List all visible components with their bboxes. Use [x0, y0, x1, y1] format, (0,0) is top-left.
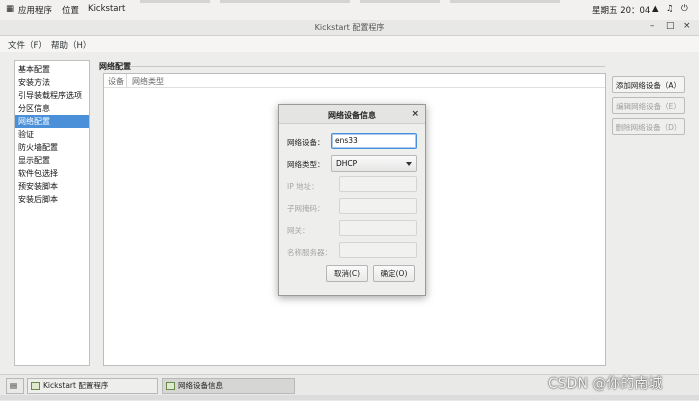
task-device-dialog-label: 网络设备信息: [178, 381, 223, 390]
edit-device-button[interactable]: 编辑网络设备（E）: [612, 97, 685, 114]
device-label: 网络设备：: [287, 138, 325, 147]
dialog-close-button[interactable]: ×: [411, 109, 419, 119]
menubar: 文件（F） 帮助（H）: [0, 36, 699, 52]
window-icon: [166, 382, 175, 390]
volume-icon[interactable]: ♫: [666, 4, 674, 14]
gateway-input[interactable]: [339, 220, 417, 236]
sidebar-item-post-script[interactable]: 安装后脚本: [15, 193, 89, 206]
sidebar-item-packages[interactable]: 软件包选择: [15, 167, 89, 180]
ok-button[interactable]: 确定(O): [373, 265, 415, 282]
netmask-input[interactable]: [339, 198, 417, 214]
network-icon[interactable]: ▲: [652, 4, 659, 14]
chevron-down-icon: [406, 162, 412, 166]
group-divider: [130, 66, 605, 67]
window-title: Kickstart 配置程序: [314, 23, 385, 32]
watermark: CSDN @你的南城: [548, 376, 663, 392]
group-title: 网络配置: [99, 62, 131, 71]
close-window-button[interactable]: ×: [683, 21, 691, 31]
netmask-label: 子网掩码：: [287, 204, 325, 213]
apps-menu[interactable]: 应用程序: [18, 4, 52, 16]
column-network-type[interactable]: 网络类型: [132, 76, 164, 87]
tab-strip: [140, 0, 560, 3]
window-titlebar[interactable]: Kickstart 配置程序 – □ ×: [0, 20, 699, 36]
sidebar-item-partition[interactable]: 分区信息: [15, 102, 89, 115]
type-label: 网络类型：: [287, 160, 325, 169]
sidebar-item-install-method[interactable]: 安装方法: [15, 76, 89, 89]
device-input[interactable]: ens33: [331, 133, 417, 149]
gateway-label: 网关：: [287, 226, 310, 235]
task-kickstart-label: Kickstart 配置程序: [43, 381, 109, 390]
column-device[interactable]: 设备: [108, 76, 124, 87]
task-device-dialog[interactable]: 网络设备信息: [162, 378, 295, 394]
type-select-value: DHCP: [336, 159, 358, 168]
task-kickstart[interactable]: Kickstart 配置程序: [27, 378, 158, 394]
show-desktop-button[interactable]: ▤: [6, 378, 24, 394]
dialog-titlebar[interactable]: 网络设备信息 ×: [279, 105, 425, 124]
ip-input[interactable]: [339, 176, 417, 192]
category-list: 基本配置 安装方法 引导装载程序选项 分区信息 网络配置 验证 防火墙配置 显示…: [14, 60, 90, 366]
menu-file[interactable]: 文件（F）: [8, 39, 47, 51]
sidebar-item-pre-script[interactable]: 预安装脚本: [15, 180, 89, 193]
sidebar-item-auth[interactable]: 验证: [15, 128, 89, 141]
clock[interactable]: 星期五 20：04: [592, 4, 650, 16]
window-icon: [31, 382, 40, 390]
minimize-button[interactable]: –: [650, 21, 655, 31]
add-device-button[interactable]: 添加网络设备（A）: [612, 76, 685, 93]
cancel-button[interactable]: 取消(C): [326, 265, 368, 282]
desktop-icon: ▤: [10, 381, 18, 390]
top-panel: ▦ 应用程序 位置 Kickstart 星期五 20：04 ▲ ♫ ⏻: [0, 0, 699, 21]
ip-label: IP 地址：: [287, 182, 319, 191]
sidebar-item-bootloader[interactable]: 引导装载程序选项: [15, 89, 89, 102]
delete-device-button[interactable]: 删除网络设备（D）: [612, 118, 685, 135]
places-menu[interactable]: 位置: [62, 4, 79, 16]
device-info-dialog: 网络设备信息 × 网络设备： ens33 网络类型： DHCP IP 地址： 子…: [278, 104, 426, 296]
sidebar-item-firewall[interactable]: 防火墙配置: [15, 141, 89, 154]
table-header: 设备 网络类型: [104, 74, 605, 88]
active-app-name[interactable]: Kickstart: [88, 4, 125, 14]
maximize-button[interactable]: □: [666, 21, 675, 31]
power-icon[interactable]: ⏻: [681, 4, 688, 14]
sidebar-item-network[interactable]: 网络配置: [15, 115, 89, 128]
sidebar-item-basic[interactable]: 基本配置: [15, 63, 89, 76]
sidebar-item-display[interactable]: 显示配置: [15, 154, 89, 167]
bottom-status-strip: [0, 395, 699, 400]
menu-help[interactable]: 帮助（H）: [51, 39, 91, 51]
column-divider: [126, 74, 127, 87]
dns-input[interactable]: [339, 242, 417, 258]
dialog-title: 网络设备信息: [328, 111, 376, 120]
dns-label: 名称服务器：: [287, 248, 332, 257]
apps-menu-icon[interactable]: ▦: [6, 4, 14, 14]
type-select[interactable]: DHCP: [331, 155, 417, 172]
